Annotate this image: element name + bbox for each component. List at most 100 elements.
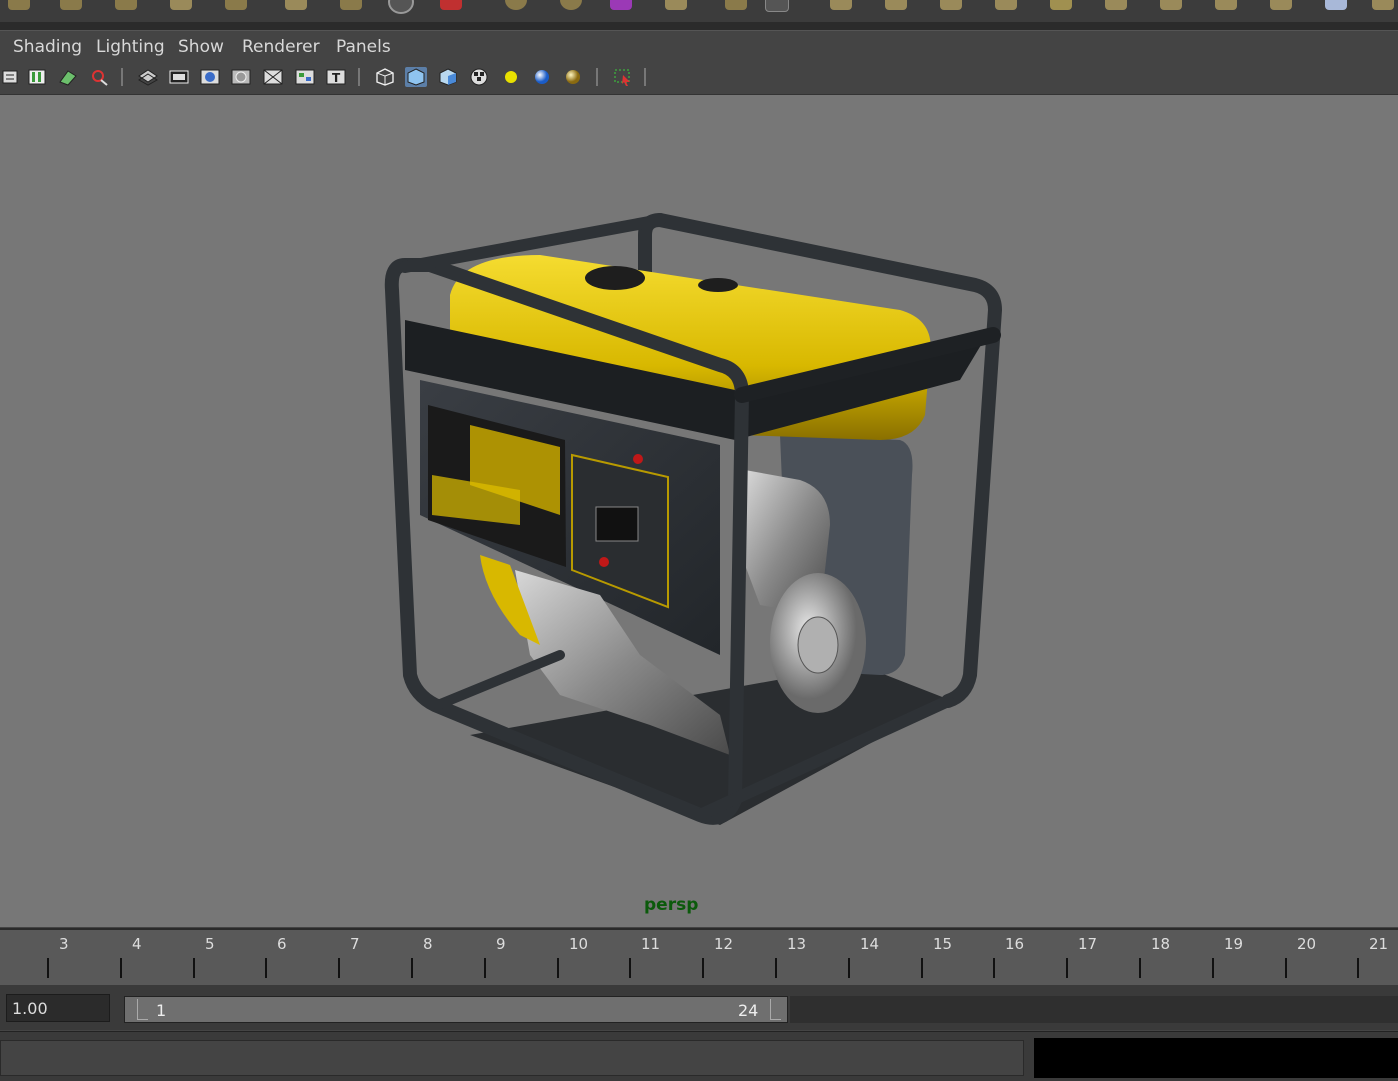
time-tick-label: 4 bbox=[132, 935, 142, 953]
shelf-tool-icon[interactable] bbox=[8, 0, 30, 10]
current-time-field[interactable]: 1.00 bbox=[6, 994, 110, 1022]
shadows-icon[interactable] bbox=[531, 67, 553, 87]
range-track bbox=[790, 996, 1398, 1023]
resolution-gate-icon[interactable] bbox=[199, 67, 221, 87]
shelf-tool-icon[interactable] bbox=[115, 0, 137, 10]
command-result-field bbox=[1034, 1038, 1398, 1078]
wireframe-icon[interactable] bbox=[374, 67, 396, 87]
isolate-select-icon[interactable] bbox=[612, 67, 634, 87]
range-start-handle[interactable] bbox=[137, 999, 148, 1020]
menu-panels[interactable]: Panels bbox=[336, 37, 391, 57]
time-tick-label: 16 bbox=[1005, 935, 1025, 953]
shelf-tool-icon[interactable] bbox=[1325, 0, 1347, 10]
time-tick-label: 9 bbox=[496, 935, 506, 953]
command-input[interactable] bbox=[0, 1040, 1024, 1076]
shelf-tool-icon[interactable] bbox=[885, 0, 907, 10]
shelf-tool-icon[interactable] bbox=[340, 0, 362, 10]
time-tick bbox=[193, 958, 195, 978]
command-line bbox=[0, 1031, 1398, 1081]
playback-range-bar[interactable] bbox=[124, 996, 788, 1023]
range-end-label: 24 bbox=[738, 1001, 759, 1020]
time-tick bbox=[1212, 958, 1214, 978]
time-tick bbox=[557, 958, 559, 978]
shelf-tool-icon[interactable] bbox=[1160, 0, 1182, 10]
panel-toolbar: T bbox=[0, 60, 1398, 95]
safe-title-icon[interactable]: T bbox=[325, 67, 347, 87]
shelf-tool-icon[interactable] bbox=[665, 0, 687, 10]
shelf-tool-icon[interactable] bbox=[440, 0, 462, 10]
time-tick-label: 6 bbox=[277, 935, 287, 953]
menu-lighting[interactable]: Lighting bbox=[96, 37, 165, 57]
toolbar-separator bbox=[358, 68, 360, 86]
gate-mask-icon[interactable] bbox=[230, 67, 252, 87]
camera-name-label: persp bbox=[644, 895, 699, 915]
time-tick-label: 19 bbox=[1224, 935, 1244, 953]
shelf-tool-icon[interactable] bbox=[725, 0, 747, 10]
time-tick-label: 5 bbox=[205, 935, 215, 953]
time-tick bbox=[1139, 958, 1141, 978]
time-tick-label: 13 bbox=[787, 935, 807, 953]
time-tick bbox=[775, 958, 777, 978]
time-tick bbox=[702, 958, 704, 978]
shelf-divider bbox=[0, 22, 1398, 31]
shelf-tool-icon[interactable] bbox=[1215, 0, 1237, 10]
time-tick-label: 8 bbox=[423, 935, 433, 953]
grid-icon[interactable] bbox=[137, 67, 159, 87]
time-tick-label: 20 bbox=[1297, 935, 1317, 953]
time-tick bbox=[1357, 958, 1359, 978]
shelf-tool-icon[interactable] bbox=[610, 0, 632, 10]
ambient-occlusion-icon[interactable] bbox=[562, 67, 584, 87]
shelf-tool-icon[interactable] bbox=[285, 0, 307, 10]
generator-model bbox=[384, 213, 1003, 825]
time-tick bbox=[484, 958, 486, 978]
use-default-lights-icon[interactable] bbox=[500, 67, 522, 87]
time-tick-label: 21 bbox=[1369, 935, 1389, 953]
menu-renderer[interactable]: Renderer bbox=[242, 37, 320, 57]
shelf-tool-icon[interactable] bbox=[505, 0, 527, 10]
shelf-tool-icon[interactable] bbox=[170, 0, 192, 10]
shelf-tool-icon[interactable] bbox=[225, 0, 247, 10]
time-slider[interactable]: 3 4 5 6 7 8 9 10 11 12 13 14 15 16 17 18 19 20 21 bbox=[0, 928, 1398, 985]
safe-action-icon[interactable] bbox=[294, 67, 316, 87]
time-tick bbox=[47, 958, 49, 978]
bookmarks-icon[interactable] bbox=[26, 67, 48, 87]
shelf-tool-icon[interactable] bbox=[940, 0, 962, 10]
range-slider-row: 1.00 1 24 bbox=[0, 985, 1398, 1030]
shelf-strip bbox=[0, 0, 1398, 23]
range-end-handle[interactable] bbox=[770, 999, 781, 1020]
shelf-tool-icon[interactable] bbox=[1270, 0, 1292, 10]
time-tick-label: 10 bbox=[569, 935, 589, 953]
toolbar-separator bbox=[644, 68, 646, 86]
time-tick-label: 7 bbox=[350, 935, 360, 953]
menu-show[interactable]: Show bbox=[178, 37, 224, 57]
time-tick bbox=[629, 958, 631, 978]
shelf-tool-icon[interactable] bbox=[1372, 0, 1394, 10]
default-material-icon[interactable] bbox=[437, 67, 459, 87]
time-tick-label: 18 bbox=[1151, 935, 1171, 953]
perspective-viewport[interactable]: persp bbox=[0, 95, 1398, 927]
time-tick bbox=[265, 958, 267, 978]
toolbar-separator bbox=[596, 68, 598, 86]
shelf-tool-icon[interactable] bbox=[60, 0, 82, 10]
time-tick-label: 3 bbox=[59, 935, 69, 953]
film-gate-icon[interactable] bbox=[168, 67, 190, 87]
camera-attributes-icon[interactable] bbox=[0, 67, 22, 87]
time-tick bbox=[993, 958, 995, 978]
shelf-tool-icon[interactable] bbox=[765, 0, 789, 12]
field-chart-icon[interactable] bbox=[262, 67, 284, 87]
shelf-tool-icon[interactable] bbox=[1105, 0, 1127, 10]
2d-pan-zoom-icon[interactable] bbox=[88, 67, 110, 87]
shelf-tool-icon[interactable] bbox=[1050, 0, 1072, 10]
textured-icon[interactable] bbox=[468, 67, 490, 87]
range-start-label: 1 bbox=[156, 1001, 167, 1020]
panel-menu-bar: Shading Lighting Show Renderer Panels bbox=[0, 31, 1398, 60]
shelf-tool-icon[interactable] bbox=[388, 0, 414, 14]
time-tick bbox=[921, 958, 923, 978]
smooth-shade-icon[interactable] bbox=[405, 67, 427, 87]
image-plane-icon[interactable] bbox=[57, 67, 79, 87]
menu-shading[interactable]: Shading bbox=[13, 37, 82, 57]
shelf-tool-icon[interactable] bbox=[995, 0, 1017, 10]
time-tick-label: 11 bbox=[641, 935, 661, 953]
shelf-tool-icon[interactable] bbox=[830, 0, 852, 10]
shelf-tool-icon[interactable] bbox=[560, 0, 582, 10]
